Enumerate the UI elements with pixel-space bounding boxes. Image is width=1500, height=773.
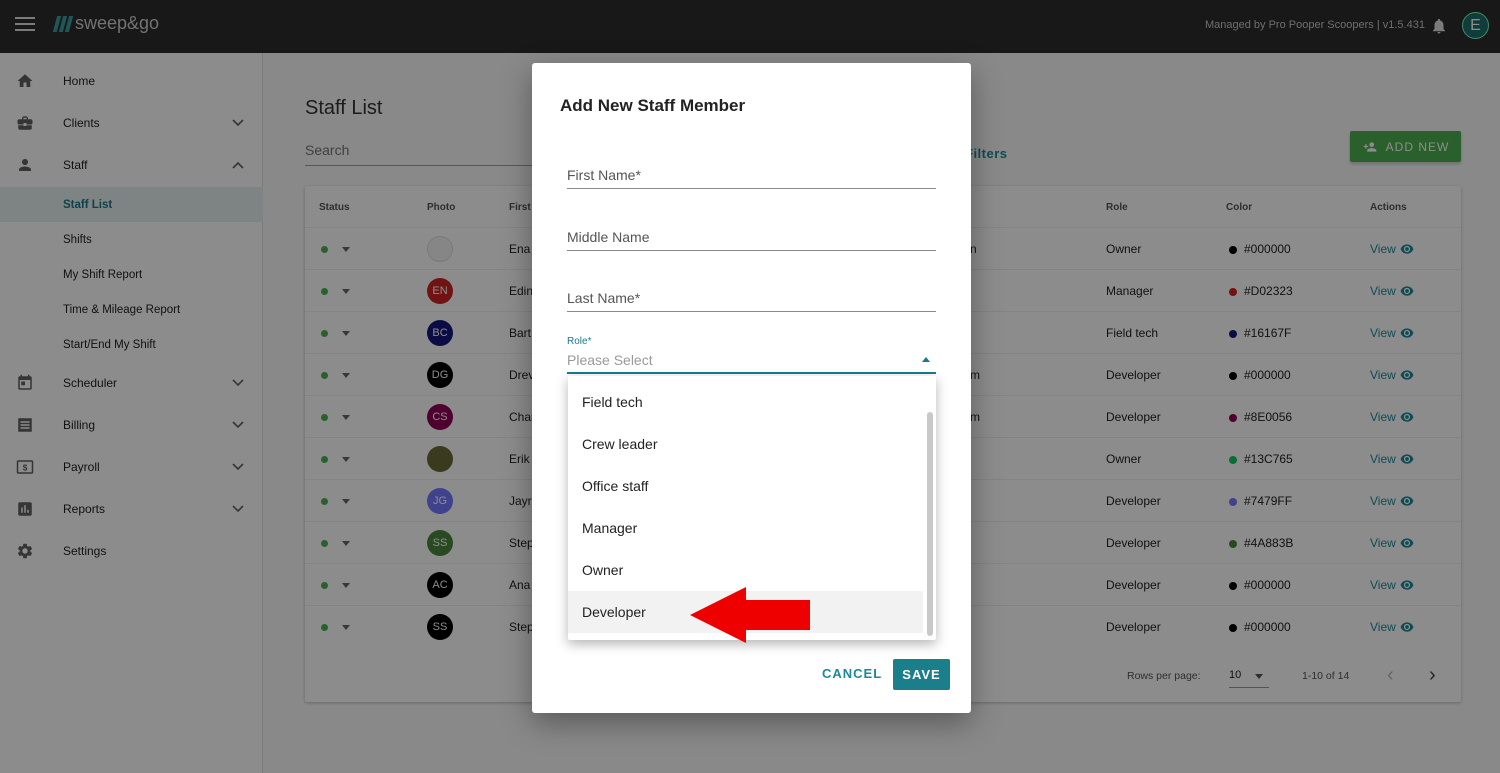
role-option-label: Field tech [582, 394, 643, 410]
role-option-label: Office staff [582, 478, 649, 494]
last-name-field[interactable]: Last Name* [567, 284, 936, 312]
role-placeholder: Please Select [567, 352, 653, 368]
role-option-field-tech[interactable]: Field tech [568, 381, 923, 423]
middle-name-field[interactable]: Middle Name [567, 223, 936, 251]
middle-name-label: Middle Name [567, 229, 650, 245]
role-label: Role* [567, 336, 592, 347]
role-option-manager[interactable]: Manager [568, 507, 923, 549]
role-option-owner[interactable]: Owner [568, 549, 923, 591]
cancel-button[interactable]: CANCEL [822, 666, 882, 681]
role-select[interactable]: Please Select [567, 348, 936, 374]
role-option-label: Owner [582, 562, 624, 578]
dialog-title: Add New Staff Member [560, 96, 746, 115]
role-option-label: Manager [582, 520, 638, 536]
first-name-label: First Name* [567, 167, 641, 183]
last-name-label: Last Name* [567, 290, 641, 306]
save-button[interactable]: SAVE [893, 659, 950, 690]
role-option-label: Developer [582, 604, 646, 620]
first-name-field[interactable]: First Name* [567, 161, 936, 189]
red-arrow-icon [690, 587, 810, 643]
role-option-office-staff[interactable]: Office staff [568, 465, 923, 507]
role-option-label: Crew leader [582, 436, 658, 452]
dropdown-scrollbar[interactable] [927, 412, 933, 636]
role-option-crew-leader[interactable]: Crew leader [568, 423, 923, 465]
caret-up-icon [922, 357, 930, 362]
